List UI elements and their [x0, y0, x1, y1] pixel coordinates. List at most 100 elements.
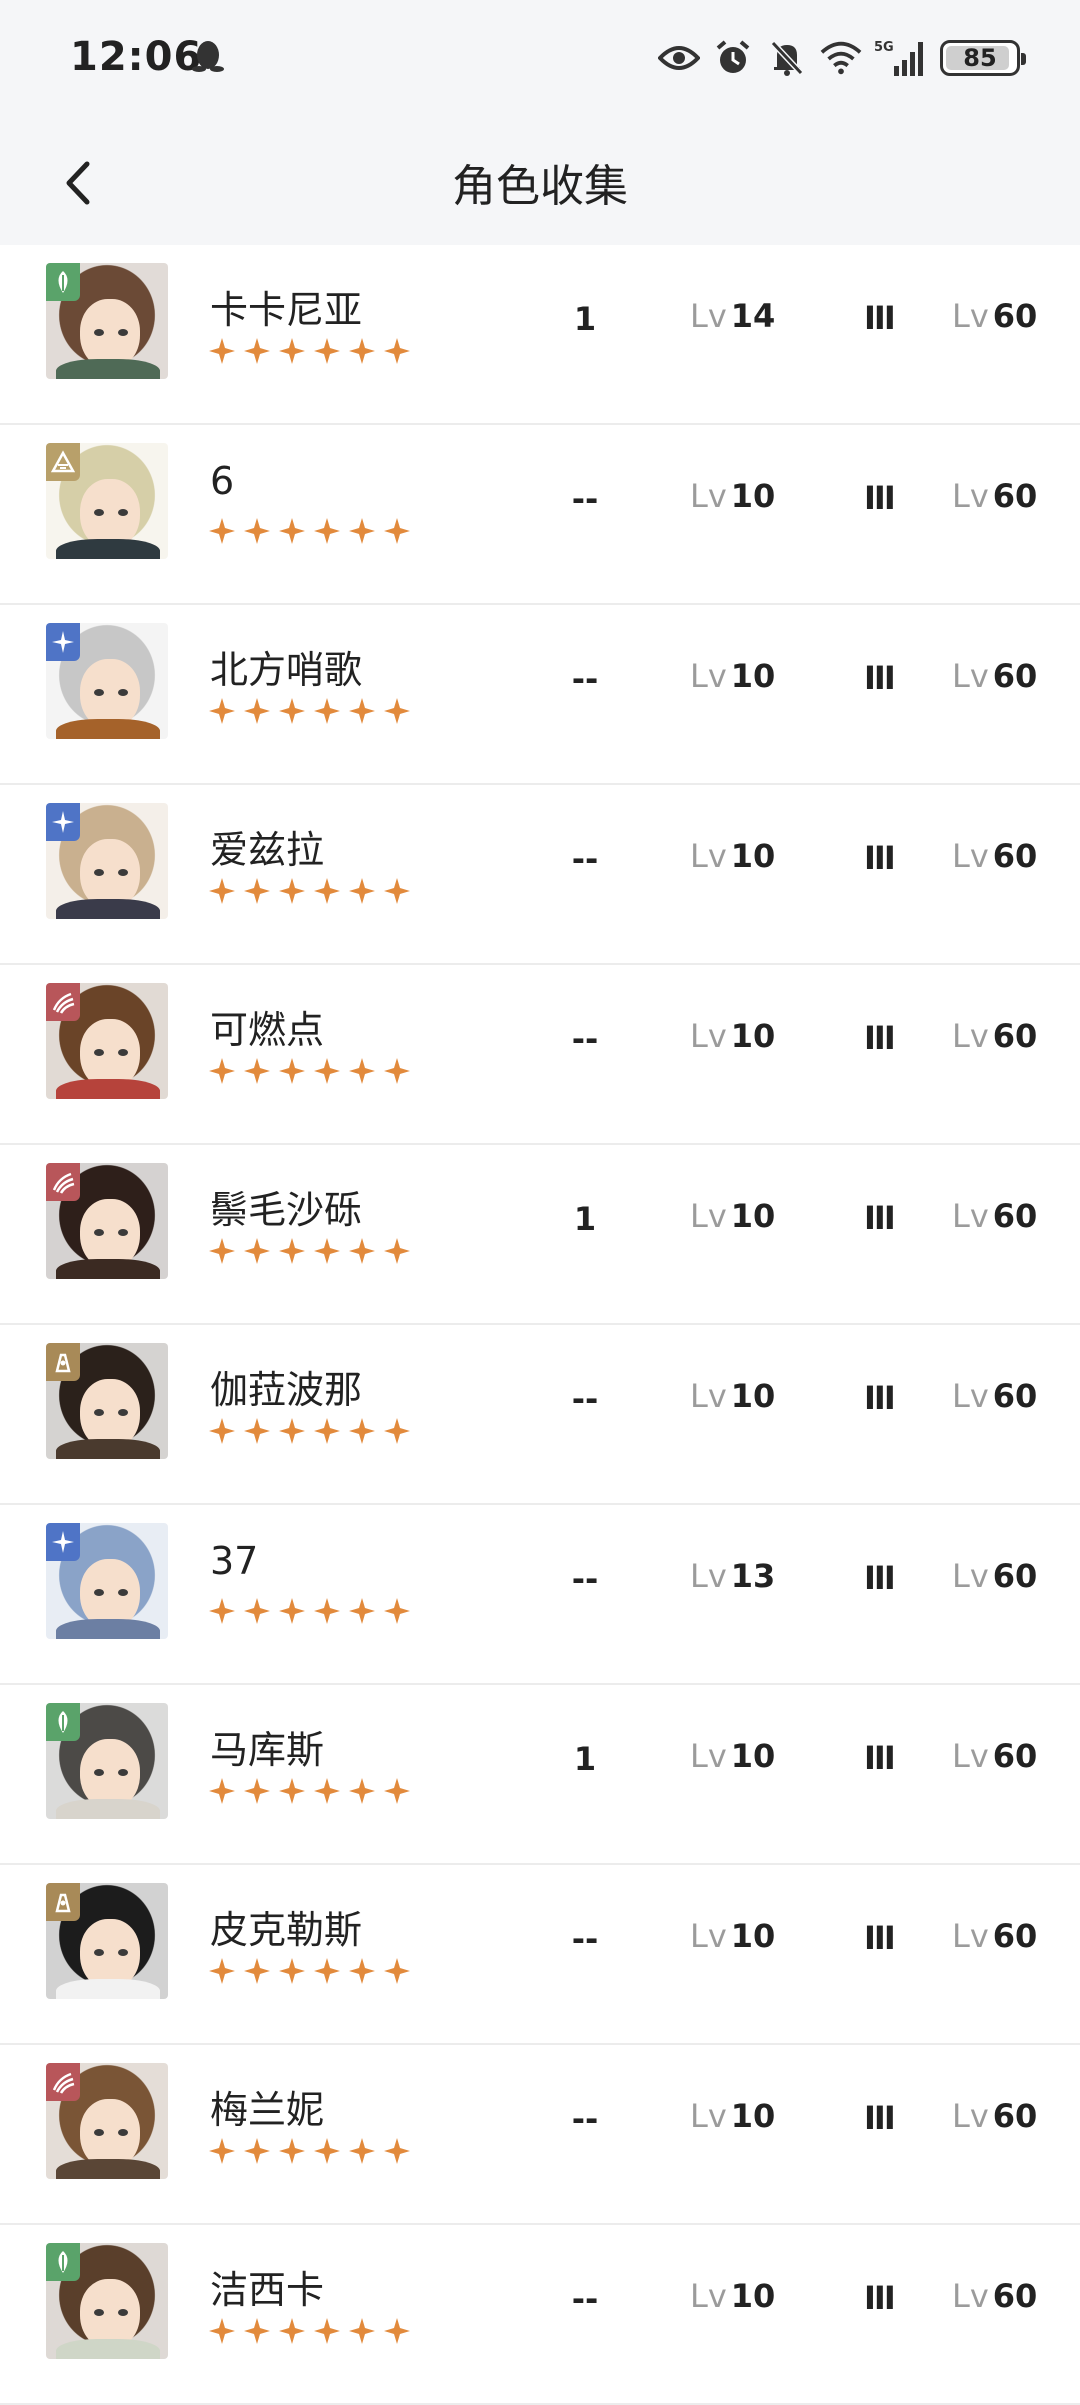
character-row[interactable]: 卡卡尼亚 1 Lv 14 III Lv 60 — [0, 245, 1080, 425]
network-type: 5G — [874, 40, 894, 55]
rarity-star-icon — [279, 2318, 305, 2344]
rarity-star-icon — [314, 878, 340, 904]
character-row[interactable]: 6 -- Lv 10 III Lv 60 — [0, 425, 1080, 605]
insight-tier: III — [864, 1199, 896, 1237]
rarity-star-icon — [349, 1238, 375, 1264]
insight-tier: III — [864, 839, 896, 877]
rarity-star-icon — [314, 1958, 340, 1984]
insight-tier: III — [864, 2099, 896, 2137]
character-avatar — [46, 623, 168, 739]
rarity-star-icon — [314, 518, 340, 544]
rarity-star-icon — [279, 518, 305, 544]
rarity-star-icon — [209, 698, 235, 724]
rarity-stars — [208, 1057, 411, 1085]
current-level: Lv 10 — [690, 2097, 776, 2135]
rarity-star-icon — [384, 1958, 410, 1984]
character-name: 伽菈波那 — [210, 1368, 363, 1412]
rarity-star-icon — [209, 338, 235, 364]
rarity-star-icon — [349, 2318, 375, 2344]
character-row[interactable]: 梅兰妮 -- Lv 10 III Lv 60 — [0, 2045, 1080, 2225]
character-row[interactable]: 鬃毛沙砾 1 Lv 10 III Lv 60 — [0, 1145, 1080, 1325]
rarity-stars — [208, 1777, 411, 1805]
rarity-star-icon — [279, 1598, 305, 1624]
portrait-count: -- — [571, 1020, 599, 1058]
portrait-count: 1 — [573, 300, 597, 338]
current-level: Lv 10 — [690, 657, 776, 695]
afflatus-star-icon — [46, 803, 80, 841]
afflatus-star-icon — [46, 623, 80, 661]
rarity-star-icon — [244, 1238, 270, 1264]
rarity-star-icon — [384, 2318, 410, 2344]
rarity-stars — [208, 1957, 411, 1985]
character-list: 卡卡尼亚 1 Lv 14 III Lv 60 6 -- Lv 10 III Lv 60 … — [0, 245, 1080, 2405]
rarity-star-icon — [314, 698, 340, 724]
character-row[interactable]: 爱兹拉 -- Lv 10 III Lv 60 — [0, 785, 1080, 965]
rarity-stars — [208, 1417, 411, 1445]
rarity-star-icon — [349, 338, 375, 364]
character-row[interactable]: 北方哨歌 -- Lv 10 III Lv 60 — [0, 605, 1080, 785]
character-name: 爱兹拉 — [210, 828, 325, 872]
character-row[interactable]: 马库斯 1 Lv 10 III Lv 60 — [0, 1685, 1080, 1865]
rarity-star-icon — [384, 2138, 410, 2164]
character-row[interactable]: 37 -- Lv 13 III Lv 60 — [0, 1505, 1080, 1685]
qq-penguin-icon — [192, 41, 224, 72]
alarm-icon — [712, 38, 754, 78]
character-row[interactable]: 可燃点 -- Lv 10 III Lv 60 — [0, 965, 1080, 1145]
character-avatar — [46, 443, 168, 559]
rarity-star-icon — [244, 698, 270, 724]
rarity-star-icon — [349, 698, 375, 724]
rarity-star-icon — [384, 1418, 410, 1444]
afflatus-nature-icon — [46, 2243, 80, 2281]
current-level: Lv 10 — [690, 1737, 776, 1775]
rarity-star-icon — [314, 1058, 340, 1084]
rarity-star-icon — [279, 2138, 305, 2164]
rarity-star-icon — [244, 1598, 270, 1624]
rarity-star-icon — [209, 2318, 235, 2344]
rarity-star-icon — [279, 1958, 305, 1984]
character-avatar — [46, 1163, 168, 1279]
rarity-star-icon — [349, 2138, 375, 2164]
insight-tier: III — [864, 299, 896, 337]
portrait-count: -- — [571, 1920, 599, 1958]
rarity-star-icon — [209, 2138, 235, 2164]
rarity-star-icon — [384, 878, 410, 904]
afflatus-beast-icon — [46, 983, 80, 1021]
rarity-star-icon — [209, 1598, 235, 1624]
signal-icon: 5G — [874, 38, 928, 78]
character-row[interactable]: 伽菈波那 -- Lv 10 III Lv 60 — [0, 1325, 1080, 1505]
portrait-count: 1 — [573, 1740, 597, 1778]
max-level: Lv 60 — [952, 837, 1038, 875]
afflatus-beast-icon — [46, 1163, 80, 1201]
max-level: Lv 60 — [952, 2277, 1038, 2315]
max-level: Lv 60 — [952, 477, 1038, 515]
rarity-star-icon — [244, 1958, 270, 1984]
character-row[interactable]: 洁西卡 -- Lv 10 III Lv 60 — [0, 2225, 1080, 2405]
rarity-star-icon — [384, 1598, 410, 1624]
rarity-star-icon — [314, 1598, 340, 1624]
rarity-star-icon — [209, 1058, 235, 1084]
rarity-star-icon — [349, 1958, 375, 1984]
rarity-star-icon — [279, 1778, 305, 1804]
character-name: 北方哨歌 — [210, 648, 363, 692]
character-avatar — [46, 2063, 168, 2179]
max-level: Lv 60 — [952, 297, 1038, 335]
portrait-count: -- — [571, 2280, 599, 2318]
rarity-star-icon — [244, 1058, 270, 1084]
rarity-star-icon — [384, 1238, 410, 1264]
insight-tier: III — [864, 1559, 896, 1597]
current-level: Lv 10 — [690, 1197, 776, 1235]
afflatus-spirit-icon — [46, 1343, 80, 1381]
character-avatar — [46, 1523, 168, 1639]
rarity-stars — [208, 1597, 411, 1625]
current-level: Lv 10 — [690, 1017, 776, 1055]
afflatus-nature-icon — [46, 1703, 80, 1741]
rarity-star-icon — [279, 698, 305, 724]
portrait-count: -- — [571, 1380, 599, 1418]
character-avatar — [46, 2243, 168, 2359]
character-name: 卡卡尼亚 — [210, 288, 363, 332]
character-avatar — [46, 803, 168, 919]
max-level: Lv 60 — [952, 1557, 1038, 1595]
rarity-star-icon — [209, 518, 235, 544]
rarity-star-icon — [244, 2138, 270, 2164]
character-row[interactable]: 皮克勒斯 -- Lv 10 III Lv 60 — [0, 1865, 1080, 2045]
